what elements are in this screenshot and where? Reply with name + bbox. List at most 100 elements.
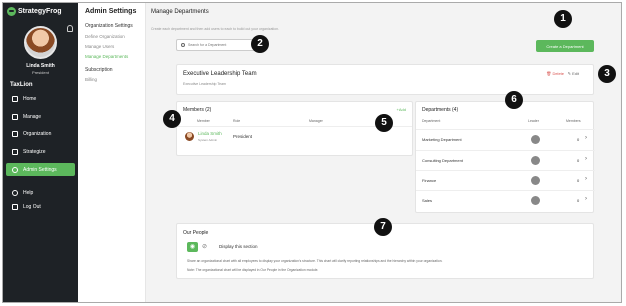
department-member-count: 0 bbox=[577, 137, 580, 142]
nav-label: Manage bbox=[23, 113, 42, 120]
display-section-label: Display this section bbox=[219, 244, 258, 249]
department-name: Finance bbox=[422, 178, 437, 183]
submenu-item-billing[interactable]: Billing bbox=[85, 77, 97, 82]
member-avatar bbox=[185, 132, 194, 141]
eye-off-icon[interactable]: ⊘ bbox=[202, 243, 207, 250]
nav-label: Home bbox=[23, 95, 37, 102]
column-header-member: Member bbox=[197, 119, 210, 123]
callout-marker-4: 4 bbox=[163, 110, 181, 128]
department-row[interactable]: Consulting Department 0 › bbox=[416, 150, 595, 170]
org-name: TaxLion bbox=[10, 82, 33, 88]
settings-submenu: Admin Settings Organization Settings Def… bbox=[78, 3, 146, 302]
main-content: Manage Departments Create each departmen… bbox=[146, 3, 621, 302]
department-name: Consulting Department bbox=[422, 158, 463, 163]
nav-label: Log Out bbox=[23, 203, 41, 210]
department-member-count: 0 bbox=[577, 158, 580, 163]
callout-marker-1: 1 bbox=[554, 10, 572, 28]
logout-icon bbox=[12, 203, 18, 210]
member-name-link[interactable]: Linda Smith bbox=[198, 131, 222, 136]
column-header-department: Department bbox=[422, 119, 441, 123]
department-row[interactable]: Sales 0 › bbox=[416, 190, 595, 210]
user-role: President bbox=[32, 70, 49, 75]
org-icon bbox=[12, 130, 18, 137]
create-department-button[interactable]: Create a Department bbox=[536, 40, 594, 52]
our-people-description: Share an organizational chart with all e… bbox=[187, 259, 443, 263]
nav-item-admin-settings[interactable]: Admin Settings bbox=[6, 163, 75, 176]
chevron-right-icon[interactable]: › bbox=[585, 135, 587, 141]
nav-item-strategize[interactable]: Strategize bbox=[6, 145, 75, 158]
members-heading: Members (2) bbox=[183, 107, 211, 113]
department-name: Sales bbox=[422, 198, 433, 203]
leader-avatar bbox=[531, 135, 540, 144]
home-icon bbox=[12, 95, 18, 102]
chevron-right-icon[interactable]: › bbox=[585, 156, 587, 162]
sidebar: StrategyFrog Linda Smith President TaxLi… bbox=[3, 3, 78, 302]
edit-button[interactable]: ✎ Edit bbox=[568, 71, 579, 76]
departments-heading: Departments (4) bbox=[422, 107, 458, 113]
chevron-right-icon[interactable]: › bbox=[585, 176, 587, 182]
submenu-item-define-organization[interactable]: Define Organization bbox=[85, 34, 125, 39]
nav-item-home[interactable]: Home bbox=[6, 92, 75, 105]
column-header-role: Role bbox=[233, 119, 241, 123]
nav-item-help[interactable]: Help bbox=[6, 186, 75, 199]
delete-button[interactable]: 🗑 Delete bbox=[546, 71, 564, 76]
department-title: Executive Leadership Team bbox=[183, 71, 257, 77]
leader-avatar bbox=[531, 196, 540, 205]
our-people-title: Our People bbox=[183, 230, 209, 236]
column-header-members: Members bbox=[566, 119, 581, 123]
department-member-count: 0 bbox=[577, 178, 580, 183]
delete-label: Delete bbox=[552, 71, 564, 76]
departments-title: Departments bbox=[422, 107, 451, 113]
submenu-item-manage-departments[interactable]: Manage Departments bbox=[85, 54, 128, 59]
help-icon bbox=[12, 189, 18, 196]
page-title: Manage Departments bbox=[151, 9, 209, 15]
selected-department-card: Executive Leadership Team Executive Lead… bbox=[176, 64, 594, 95]
search-icon bbox=[181, 43, 185, 47]
leader-avatar bbox=[531, 156, 540, 165]
department-member-count: 0 bbox=[577, 198, 580, 203]
callout-marker-7: 7 bbox=[374, 218, 392, 236]
nav-label: Admin Settings bbox=[23, 166, 57, 173]
nav-item-logout[interactable]: Log Out bbox=[6, 200, 75, 213]
leader-avatar bbox=[531, 176, 540, 185]
nav-item-organization[interactable]: Organization bbox=[6, 127, 75, 140]
nav-label: Help bbox=[23, 189, 34, 196]
brand-name: StrategyFrog bbox=[18, 8, 62, 15]
departments-count: (4) bbox=[452, 107, 459, 113]
chevron-right-icon[interactable]: › bbox=[585, 196, 587, 202]
column-header-leader: Leader bbox=[528, 119, 539, 123]
callout-marker-6: 6 bbox=[505, 91, 523, 109]
callout-marker-3: 3 bbox=[598, 65, 616, 83]
department-subtitle: Executive Leadership Team bbox=[183, 82, 226, 86]
strategize-icon bbox=[12, 148, 18, 155]
department-name: Marketing Department bbox=[422, 137, 462, 142]
checkbox-icon bbox=[12, 113, 18, 120]
app-window: StrategyFrog Linda Smith President TaxLi… bbox=[2, 2, 622, 303]
add-member-button[interactable]: +Add bbox=[397, 107, 406, 112]
submenu-title: Admin Settings bbox=[85, 8, 137, 15]
nav-item-manage[interactable]: Manage bbox=[6, 110, 75, 123]
search-input[interactable] bbox=[188, 43, 258, 47]
nav-label: Strategize bbox=[23, 148, 46, 155]
column-header-manager: Manager bbox=[309, 119, 323, 123]
department-row[interactable]: Marketing Department 0 › bbox=[416, 129, 595, 149]
submenu-section-organization[interactable]: Organization Settings bbox=[85, 23, 133, 29]
avatar[interactable] bbox=[24, 26, 57, 59]
frog-logo-icon bbox=[7, 7, 16, 16]
callout-marker-2: 2 bbox=[251, 35, 269, 53]
member-role: President bbox=[233, 134, 253, 139]
submenu-section-subscription[interactable]: Subscription bbox=[85, 67, 113, 73]
members-title: Members bbox=[183, 107, 204, 113]
brand-logo[interactable]: StrategyFrog bbox=[7, 7, 62, 16]
gear-icon bbox=[12, 166, 18, 173]
add-member-label: Add bbox=[398, 107, 406, 112]
callout-marker-5: 5 bbox=[375, 114, 393, 132]
department-row[interactable]: Finance 0 › bbox=[416, 170, 595, 190]
edit-label: Edit bbox=[572, 71, 579, 76]
members-count: (2) bbox=[205, 107, 212, 113]
eye-icon[interactable]: ◉ bbox=[187, 242, 198, 252]
bell-icon[interactable] bbox=[67, 25, 73, 32]
departments-card: Departments (4) Department Leader Member… bbox=[415, 101, 595, 213]
user-name: Linda Smith bbox=[26, 63, 55, 69]
submenu-item-manage-users[interactable]: Manage Users bbox=[85, 44, 114, 49]
